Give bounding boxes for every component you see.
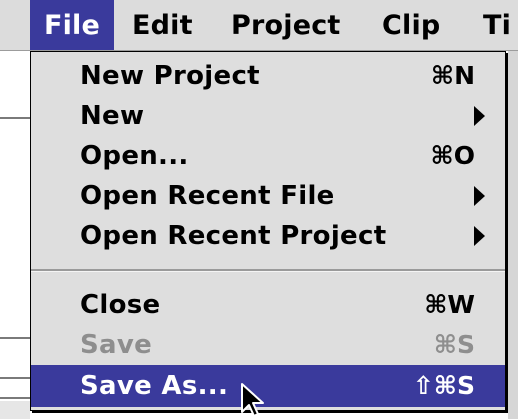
menubar-clip[interactable]: Clip: [382, 0, 440, 50]
menu-item-new-project[interactable]: New Project ⌘N: [31, 56, 505, 96]
menu-item-shortcut: ⌘N: [430, 61, 475, 90]
menu-item-shortcut: ⌘W: [424, 290, 475, 319]
submenu-arrow-icon: [474, 226, 485, 246]
divider: [0, 337, 30, 339]
file-menu-dropdown: New Project ⌘N New Open... ⌘O Open Recen…: [30, 51, 506, 411]
submenu-arrow-icon: [474, 106, 485, 126]
menu-item-label: New: [80, 101, 145, 131]
divider: [0, 377, 30, 379]
menubar-edit[interactable]: Edit: [132, 0, 193, 50]
menubar-project[interactable]: Project: [231, 0, 341, 50]
menu-item-save: Save ⌘S: [31, 325, 505, 365]
menu-item-open[interactable]: Open... ⌘O: [31, 136, 505, 176]
menu-item-label: Open...: [80, 141, 189, 171]
menu-item-open-recent-project[interactable]: Open Recent Project: [31, 216, 505, 256]
arrow-pointer-icon: [241, 383, 264, 417]
menu-item-open-recent-file[interactable]: Open Recent File: [31, 176, 505, 216]
menu-item-shortcut: ⌘O: [430, 141, 475, 170]
background-window-edge: [0, 51, 30, 419]
menu-item-label: Save: [80, 330, 153, 360]
menu-item-label: Open Recent File: [80, 181, 335, 211]
menu-item-label: New Project: [80, 61, 260, 91]
menu-item-label: Save As...: [80, 371, 229, 401]
menu-separator: [31, 269, 505, 272]
menubar-file[interactable]: File: [30, 0, 114, 50]
background-panel: [0, 401, 30, 419]
submenu-arrow-icon: [474, 186, 485, 206]
menu-item-label: Open Recent Project: [80, 221, 387, 251]
background-window-edge-right: [508, 51, 518, 419]
menu-item-label: Close: [80, 290, 161, 320]
divider: [0, 117, 30, 119]
menu-item-new[interactable]: New: [31, 96, 505, 136]
menu-item-close[interactable]: Close ⌘W: [31, 285, 505, 325]
menu-item-shortcut: ⌘S: [433, 330, 475, 359]
menubar-title-truncated[interactable]: Ti: [483, 0, 511, 50]
menu-item-save-as[interactable]: Save As... ⇧⌘S: [31, 365, 505, 407]
menu-item-shortcut: ⇧⌘S: [412, 371, 475, 400]
menu-bar: File Edit Project Clip Ti: [0, 0, 518, 51]
divider: [0, 397, 30, 399]
